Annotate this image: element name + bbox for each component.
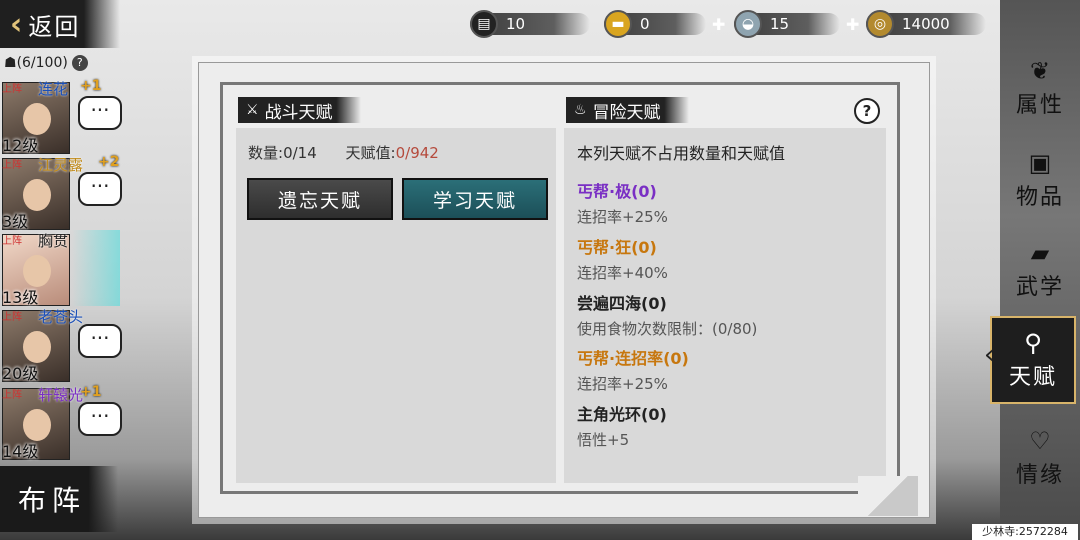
hero-bonus: +1: [80, 384, 102, 400]
silver-ingot-icon: ◒: [734, 10, 762, 38]
nav-martial[interactable]: ▰ 武学: [1004, 226, 1076, 314]
count-value: 0/14: [283, 144, 317, 162]
add-gold-button[interactable]: ✚: [712, 15, 725, 34]
cart-icon: ▤: [470, 10, 498, 38]
formation-button[interactable]: 布阵: [0, 466, 118, 532]
adventure-header: ♨ 冒险天赋: [566, 96, 689, 124]
talent-name: 主角光环(0): [577, 405, 667, 424]
heart-icon: ♡: [1029, 427, 1051, 455]
talent-item[interactable]: 主角光环(0) 悟性+5: [577, 401, 667, 450]
swords-icon: ⚔: [246, 102, 259, 118]
hero-name: 老苍头: [38, 308, 84, 326]
hero-name: 轩辕光: [38, 386, 84, 404]
nav-label: 天赋: [1008, 365, 1057, 390]
hero-card[interactable]: 上阵 老苍头 20级 ···: [0, 306, 122, 383]
book-icon: ▰: [1030, 239, 1050, 267]
talent-desc: 连招率+25%: [577, 208, 668, 226]
forget-talent-button[interactable]: 遗忘天赋: [247, 178, 393, 220]
nav-items[interactable]: ▣ 物品: [1004, 136, 1076, 224]
talent-desc: 使用食物次数限制：(0/80): [577, 320, 758, 338]
points-value: 0/942: [395, 144, 439, 162]
chevron-left-icon: ‹: [10, 6, 23, 42]
talent-name: 丐帮·连招率(0): [577, 349, 689, 368]
talent-desc: 悟性+5: [577, 431, 630, 449]
hero-name: 连花: [38, 80, 69, 98]
deployed-tag: 上阵: [2, 84, 22, 95]
learn-talent-button[interactable]: 学习天赋: [402, 178, 548, 220]
talent-desc: 连招率+25%: [577, 375, 668, 393]
help-icon[interactable]: ?: [71, 55, 88, 71]
bird-icon: ❦: [1029, 57, 1051, 85]
resource-cart: ▤ 10: [470, 10, 590, 38]
resource-silver: ◒ 15 ✚: [734, 10, 864, 38]
page-fold: [858, 476, 918, 516]
talent-name: 丐帮·狂(0): [577, 238, 657, 257]
hero-name: 江灵露: [38, 156, 84, 174]
deployed-tag: 上阵: [2, 312, 22, 323]
hero-card[interactable]: 上阵 轩辕光 +1 14级 ···: [0, 384, 122, 461]
hero-bonus: +2: [98, 154, 120, 170]
hero-card-selected[interactable]: 上阵 胸贯 13级: [0, 230, 120, 307]
hero-card[interactable]: 上阵 江灵露 +2 3级 ···: [0, 154, 122, 231]
talent-item[interactable]: 丐帮·狂(0) 连招率+40%: [577, 234, 668, 283]
deployed-tag: 上阵: [2, 236, 22, 247]
footer-label: 少林寺:2572284: [972, 524, 1078, 540]
hero-level: 12级: [2, 136, 39, 155]
resource-gold: ▬ 0 ✚: [604, 10, 734, 38]
help-icon[interactable]: ?: [854, 98, 880, 124]
talent-name: 丐帮·极(0): [577, 182, 657, 201]
talent-desc: 连招率+40%: [577, 264, 668, 282]
talent-item[interactable]: 丐帮·连招率(0) 连招率+25%: [577, 345, 689, 394]
nav-label: 情缘: [1015, 463, 1064, 488]
add-silver-button[interactable]: ✚: [846, 15, 859, 34]
combat-title: 战斗天赋: [264, 102, 333, 123]
hero-card[interactable]: 上阵 连花 +1 12级 ···: [0, 78, 122, 155]
chat-bubble-icon[interactable]: ···: [78, 172, 122, 206]
nav-label: 属性: [1015, 93, 1064, 118]
back-button[interactable]: ‹ 返回: [0, 0, 120, 48]
hero-name: 胸贯: [38, 232, 69, 250]
hero-level: 3级: [2, 212, 29, 231]
chat-bubble-icon[interactable]: ···: [78, 402, 122, 436]
right-nav: ❦ 属性 ▣ 物品 ▰ 武学 ⚲ 天赋 ♡ 情缘: [990, 0, 1080, 540]
adventure-note: 本列天赋不占用数量和天赋值: [577, 144, 786, 163]
deployed-tag: 上阵: [2, 160, 22, 171]
gold-ingot-icon: ▬: [604, 10, 632, 38]
talent-item[interactable]: 尝遍四海(0) 使用食物次数限制：(0/80): [577, 290, 757, 339]
roster-capacity: ☗ (6/100) ?: [4, 52, 88, 74]
points-label: 天赋值:: [345, 144, 396, 162]
talent-icon: ⚲: [1024, 329, 1042, 357]
coin-icon: ◎: [866, 10, 894, 38]
chest-icon: ▣: [1028, 149, 1052, 177]
nav-label: 武学: [1015, 275, 1064, 300]
chat-bubble-icon[interactable]: ···: [78, 324, 122, 358]
flame-icon: ♨: [574, 102, 587, 118]
nav-talent[interactable]: ⚲ 天赋: [990, 316, 1076, 404]
talent-name: 尝遍四海(0): [577, 294, 667, 313]
back-label: 返回: [28, 12, 81, 41]
chat-bubble-icon[interactable]: ···: [78, 96, 122, 130]
hero-level: 14级: [2, 442, 39, 461]
nav-bond[interactable]: ♡ 情缘: [1004, 414, 1076, 502]
count-label: 数量:: [248, 144, 284, 162]
talent-item[interactable]: 丐帮·极(0) 连招率+25%: [577, 178, 668, 227]
hero-level: 13级: [2, 288, 39, 307]
chevron-left-icon: ‹: [984, 340, 995, 370]
hero-bonus: +1: [80, 78, 102, 94]
resource-coin: ◎ 14000: [866, 10, 986, 38]
capacity-value: (6/100): [16, 55, 68, 71]
nav-label: 物品: [1015, 185, 1064, 210]
people-icon: ☗: [4, 55, 17, 71]
combat-header: ⚔ 战斗天赋: [238, 96, 361, 124]
hero-level: 20级: [2, 364, 39, 383]
nav-attributes[interactable]: ❦ 属性: [1004, 44, 1076, 132]
adventure-title: 冒险天赋: [592, 102, 661, 123]
deployed-tag: 上阵: [2, 390, 22, 401]
combat-stats: 数量:0/14 天赋值:0/942: [248, 142, 439, 163]
